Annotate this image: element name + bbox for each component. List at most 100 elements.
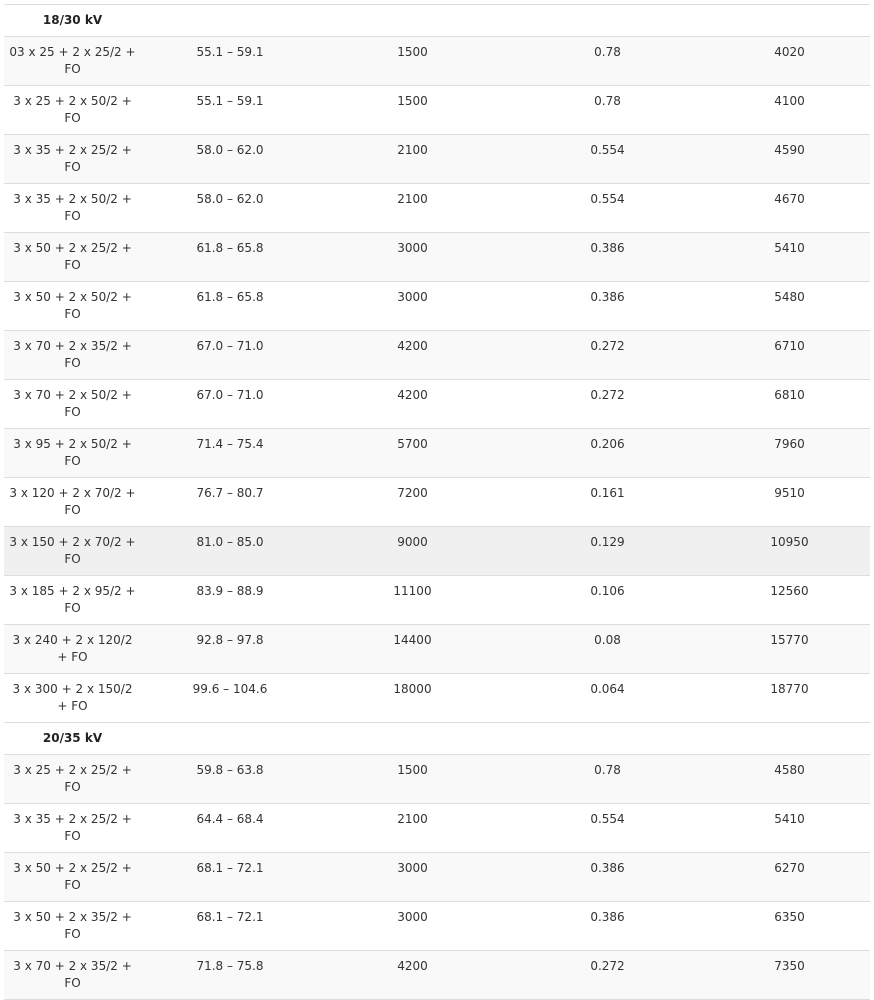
table-row: 3 x 70 + 2 x 35/2 + FO 71.8 – 75.8 4200 0.2… [4, 950, 870, 1000]
empty-cell [141, 4, 319, 37]
cable-weight-cell: 18000 [319, 673, 506, 723]
conductor-configuration-cell: 3 x 240 + 2 x 120/2 + FO [4, 624, 141, 674]
table-row: 3 x 25 + 2 x 50/2 + FO 55.1 – 59.1 1500 0.7… [4, 85, 870, 135]
cable-weight-cell: 4200 [319, 330, 506, 380]
max-current-cell: 10950 [709, 526, 870, 576]
resistance-cell: 0.554 [506, 803, 709, 853]
outer-diameter-cell: 55.1 – 59.1 [141, 85, 319, 135]
conductor-configuration-cell: 3 x 70 + 2 x 35/2 + FO [4, 950, 141, 1000]
cable-weight-cell: 14400 [319, 624, 506, 674]
conductor-configuration-cell: 3 x 50 + 2 x 25/2 + FO [4, 852, 141, 902]
outer-diameter-cell: 67.0 – 71.0 [141, 330, 319, 380]
resistance-cell: 0.78 [506, 754, 709, 804]
cable-weight-cell: 11100 [319, 575, 506, 625]
conductor-configuration-cell: 3 x 70 + 2 x 50/2 + FO [4, 379, 141, 429]
empty-cell [319, 722, 506, 755]
outer-diameter-cell: 58.0 – 62.0 [141, 183, 319, 233]
resistance-cell: 0.064 [506, 673, 709, 723]
max-current-cell: 5480 [709, 281, 870, 331]
resistance-cell: 0.554 [506, 134, 709, 184]
table-row: 03 x 25 + 2 x 25/2 + FO 55.1 – 59.1 1500 0.… [4, 36, 870, 86]
max-current-cell: 7350 [709, 950, 870, 1000]
resistance-cell: 0.272 [506, 950, 709, 1000]
empty-cell [709, 722, 870, 755]
cable-weight-cell: 7200 [319, 477, 506, 527]
outer-diameter-cell: 99.6 – 104.6 [141, 673, 319, 723]
conductor-configuration-cell: 3 x 50 + 2 x 50/2 + FO [4, 281, 141, 331]
table-row: 3 x 50 + 2 x 25/2 + FO 68.1 – 72.1 3000 0.3… [4, 852, 870, 902]
max-current-cell: 12560 [709, 575, 870, 625]
cable-weight-cell: 3000 [319, 901, 506, 951]
cable-weight-cell: 4200 [319, 379, 506, 429]
resistance-cell: 0.386 [506, 901, 709, 951]
cable-weight-cell: 3000 [319, 232, 506, 282]
outer-diameter-cell: 58.0 – 62.0 [141, 134, 319, 184]
cable-weight-cell: 1500 [319, 36, 506, 86]
conductor-configuration-cell: 3 x 120 + 2 x 70/2 + FO [4, 477, 141, 527]
outer-diameter-cell: 68.1 – 72.1 [141, 901, 319, 951]
max-current-cell: 7960 [709, 428, 870, 478]
conductor-configuration-cell: 3 x 300 + 2 x 150/2 + FO [4, 673, 141, 723]
table-row: 3 x 185 + 2 x 95/2 + FO 83.9 – 88.9 11100 0… [4, 575, 870, 625]
outer-diameter-cell: 76.7 – 80.7 [141, 477, 319, 527]
cable-spec-table: 18/30 kV 03 x 25 + 2 x 25/2 + FO 55.1 – 59… [4, 4, 870, 1000]
table-row: 3 x 95 + 2 x 50/2 + FO 71.4 – 75.4 5700 0.2… [4, 428, 870, 478]
outer-diameter-cell: 71.8 – 75.8 [141, 950, 319, 1000]
table-row: 3 x 150 + 2 x 70/2 + FO 81.0 – 85.0 9000 0.… [4, 526, 870, 576]
conductor-configuration-cell: 3 x 70 + 2 x 35/2 + FO [4, 330, 141, 380]
resistance-cell: 0.386 [506, 281, 709, 331]
max-current-cell: 4590 [709, 134, 870, 184]
resistance-cell: 0.272 [506, 379, 709, 429]
table-row: 3 x 120 + 2 x 70/2 + FO 76.7 – 80.7 7200 0.… [4, 477, 870, 527]
max-current-cell: 6270 [709, 852, 870, 902]
max-current-cell: 4670 [709, 183, 870, 233]
max-current-cell: 4100 [709, 85, 870, 135]
table-row: 3 x 70 + 2 x 35/2 + FO 67.0 – 71.0 4200 0.2… [4, 330, 870, 380]
conductor-configuration-cell: 3 x 35 + 2 x 25/2 + FO [4, 134, 141, 184]
table-row: 3 x 50 + 2 x 35/2 + FO 68.1 – 72.1 3000 0.3… [4, 901, 870, 951]
empty-cell [141, 722, 319, 755]
outer-diameter-cell: 61.8 – 65.8 [141, 232, 319, 282]
resistance-cell: 0.106 [506, 575, 709, 625]
outer-diameter-cell: 67.0 – 71.0 [141, 379, 319, 429]
outer-diameter-cell: 61.8 – 65.8 [141, 281, 319, 331]
conductor-configuration-cell: 3 x 150 + 2 x 70/2 + FO [4, 526, 141, 576]
cable-weight-cell: 3000 [319, 852, 506, 902]
empty-cell [506, 4, 709, 37]
max-current-cell: 4580 [709, 754, 870, 804]
conductor-configuration-cell: 3 x 95 + 2 x 50/2 + FO [4, 428, 141, 478]
conductor-configuration-cell: 03 x 25 + 2 x 25/2 + FO [4, 36, 141, 86]
outer-diameter-cell: 83.9 – 88.9 [141, 575, 319, 625]
table-row: 3 x 70 + 2 x 50/2 + FO 67.0 – 71.0 4200 0.2… [4, 379, 870, 429]
conductor-configuration-cell: 3 x 25 + 2 x 50/2 + FO [4, 85, 141, 135]
empty-cell [709, 4, 870, 37]
outer-diameter-cell: 64.4 – 68.4 [141, 803, 319, 853]
resistance-cell: 0.206 [506, 428, 709, 478]
resistance-cell: 0.08 [506, 624, 709, 674]
cable-weight-cell: 3000 [319, 281, 506, 331]
max-current-cell: 18770 [709, 673, 870, 723]
cable-weight-cell: 4200 [319, 950, 506, 1000]
cable-spec-table-container: 18/30 kV 03 x 25 + 2 x 25/2 + FO 55.1 – 59… [4, 4, 870, 1000]
cable-weight-cell: 2100 [319, 803, 506, 853]
max-current-cell: 6350 [709, 901, 870, 951]
conductor-configuration-cell: 3 x 25 + 2 x 25/2 + FO [4, 754, 141, 804]
outer-diameter-cell: 59.8 – 63.8 [141, 754, 319, 804]
max-current-cell: 5410 [709, 803, 870, 853]
max-current-cell: 9510 [709, 477, 870, 527]
resistance-cell: 0.78 [506, 85, 709, 135]
table-row: 3 x 300 + 2 x 150/2 + FO 99.6 – 104.6 1800… [4, 673, 870, 723]
voltage-group-header: 20/35 kV [4, 722, 870, 755]
resistance-cell: 0.78 [506, 36, 709, 86]
table-row: 3 x 25 + 2 x 25/2 + FO 59.8 – 63.8 1500 0.7… [4, 754, 870, 804]
max-current-cell: 5410 [709, 232, 870, 282]
outer-diameter-cell: 68.1 – 72.1 [141, 852, 319, 902]
cable-weight-cell: 9000 [319, 526, 506, 576]
empty-cell [319, 4, 506, 37]
table-row: 3 x 50 + 2 x 25/2 + FO 61.8 – 65.8 3000 0.3… [4, 232, 870, 282]
voltage-group-label: 20/35 kV [4, 722, 141, 755]
conductor-configuration-cell: 3 x 35 + 2 x 50/2 + FO [4, 183, 141, 233]
resistance-cell: 0.272 [506, 330, 709, 380]
cable-weight-cell: 2100 [319, 183, 506, 233]
resistance-cell: 0.161 [506, 477, 709, 527]
